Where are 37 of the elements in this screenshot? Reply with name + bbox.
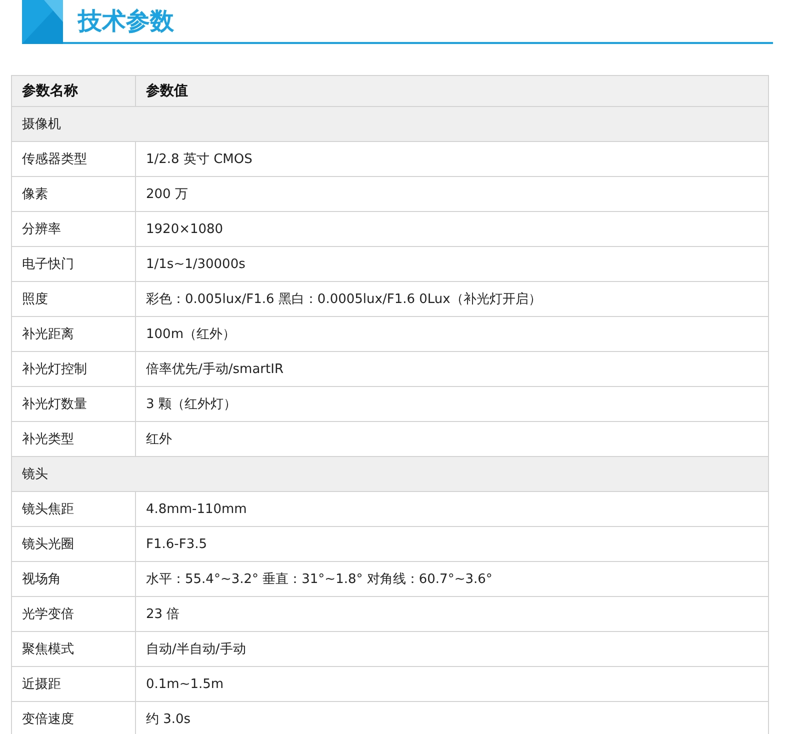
table-cell: 100m（红外） [136, 316, 768, 352]
table-cell: 电子快门 [12, 246, 136, 282]
table-cell: 约 3.0s [136, 702, 768, 734]
table-cell: 3 颗（红外灯） [136, 386, 768, 422]
table-cell: 补光距离 [12, 316, 136, 352]
table-cell: 自动/半自动/手动 [136, 632, 768, 666]
table-cell: 镜头光圈 [12, 526, 136, 562]
table-cell: 照度 [12, 282, 136, 316]
table-cell: 200 万 [136, 176, 768, 212]
table-cell: 镜头焦距 [12, 492, 136, 526]
section-cell: 镜头 [12, 456, 768, 492]
section-title: 技术参数 [78, 6, 174, 37]
table-cell: 1/1s~1/30000s [136, 246, 768, 282]
table-cell: 彩色：0.005lux/F1.6 黑白：0.0005lux/F1.6 0Lux（补光灯开启） [136, 282, 768, 316]
column-header: 参数值 [136, 76, 768, 106]
table-cell: 4.8mm-110mm [136, 492, 768, 526]
table-cell: 分辨率 [12, 212, 136, 246]
table-cell: 光学变倍 [12, 596, 136, 632]
table-cell: 视场角 [12, 562, 136, 596]
section-cell: 摄像机 [12, 106, 768, 142]
table-cell: 红外 [136, 422, 768, 456]
table-cell: 倍率优先/手动/smartIR [136, 352, 768, 386]
table-cell: 近摄距 [12, 666, 136, 702]
table-cell: 23 倍 [136, 596, 768, 632]
table-cell: 1/2.8 英寸 CMOS [136, 142, 768, 176]
table-cell: 像素 [12, 176, 136, 212]
table-cell: 补光类型 [12, 422, 136, 456]
column-header: 参数名称 [12, 76, 136, 106]
table-cell: F1.6-F3.5 [136, 526, 768, 562]
table-cell: 0.1m~1.5m [136, 666, 768, 702]
table-cell: 聚焦模式 [12, 632, 136, 666]
table-cell: 变倍速度 [12, 702, 136, 734]
table-cell: 传感器类型 [12, 142, 136, 176]
table-cell: 1920×1080 [136, 212, 768, 246]
table-cell: 补光灯控制 [12, 352, 136, 386]
table-cell: 水平：55.4°~3.2° 垂直：31°~1.8° 对角线：60.7°~3.6° [136, 562, 768, 596]
table-cell: 补光灯数量 [12, 386, 136, 422]
